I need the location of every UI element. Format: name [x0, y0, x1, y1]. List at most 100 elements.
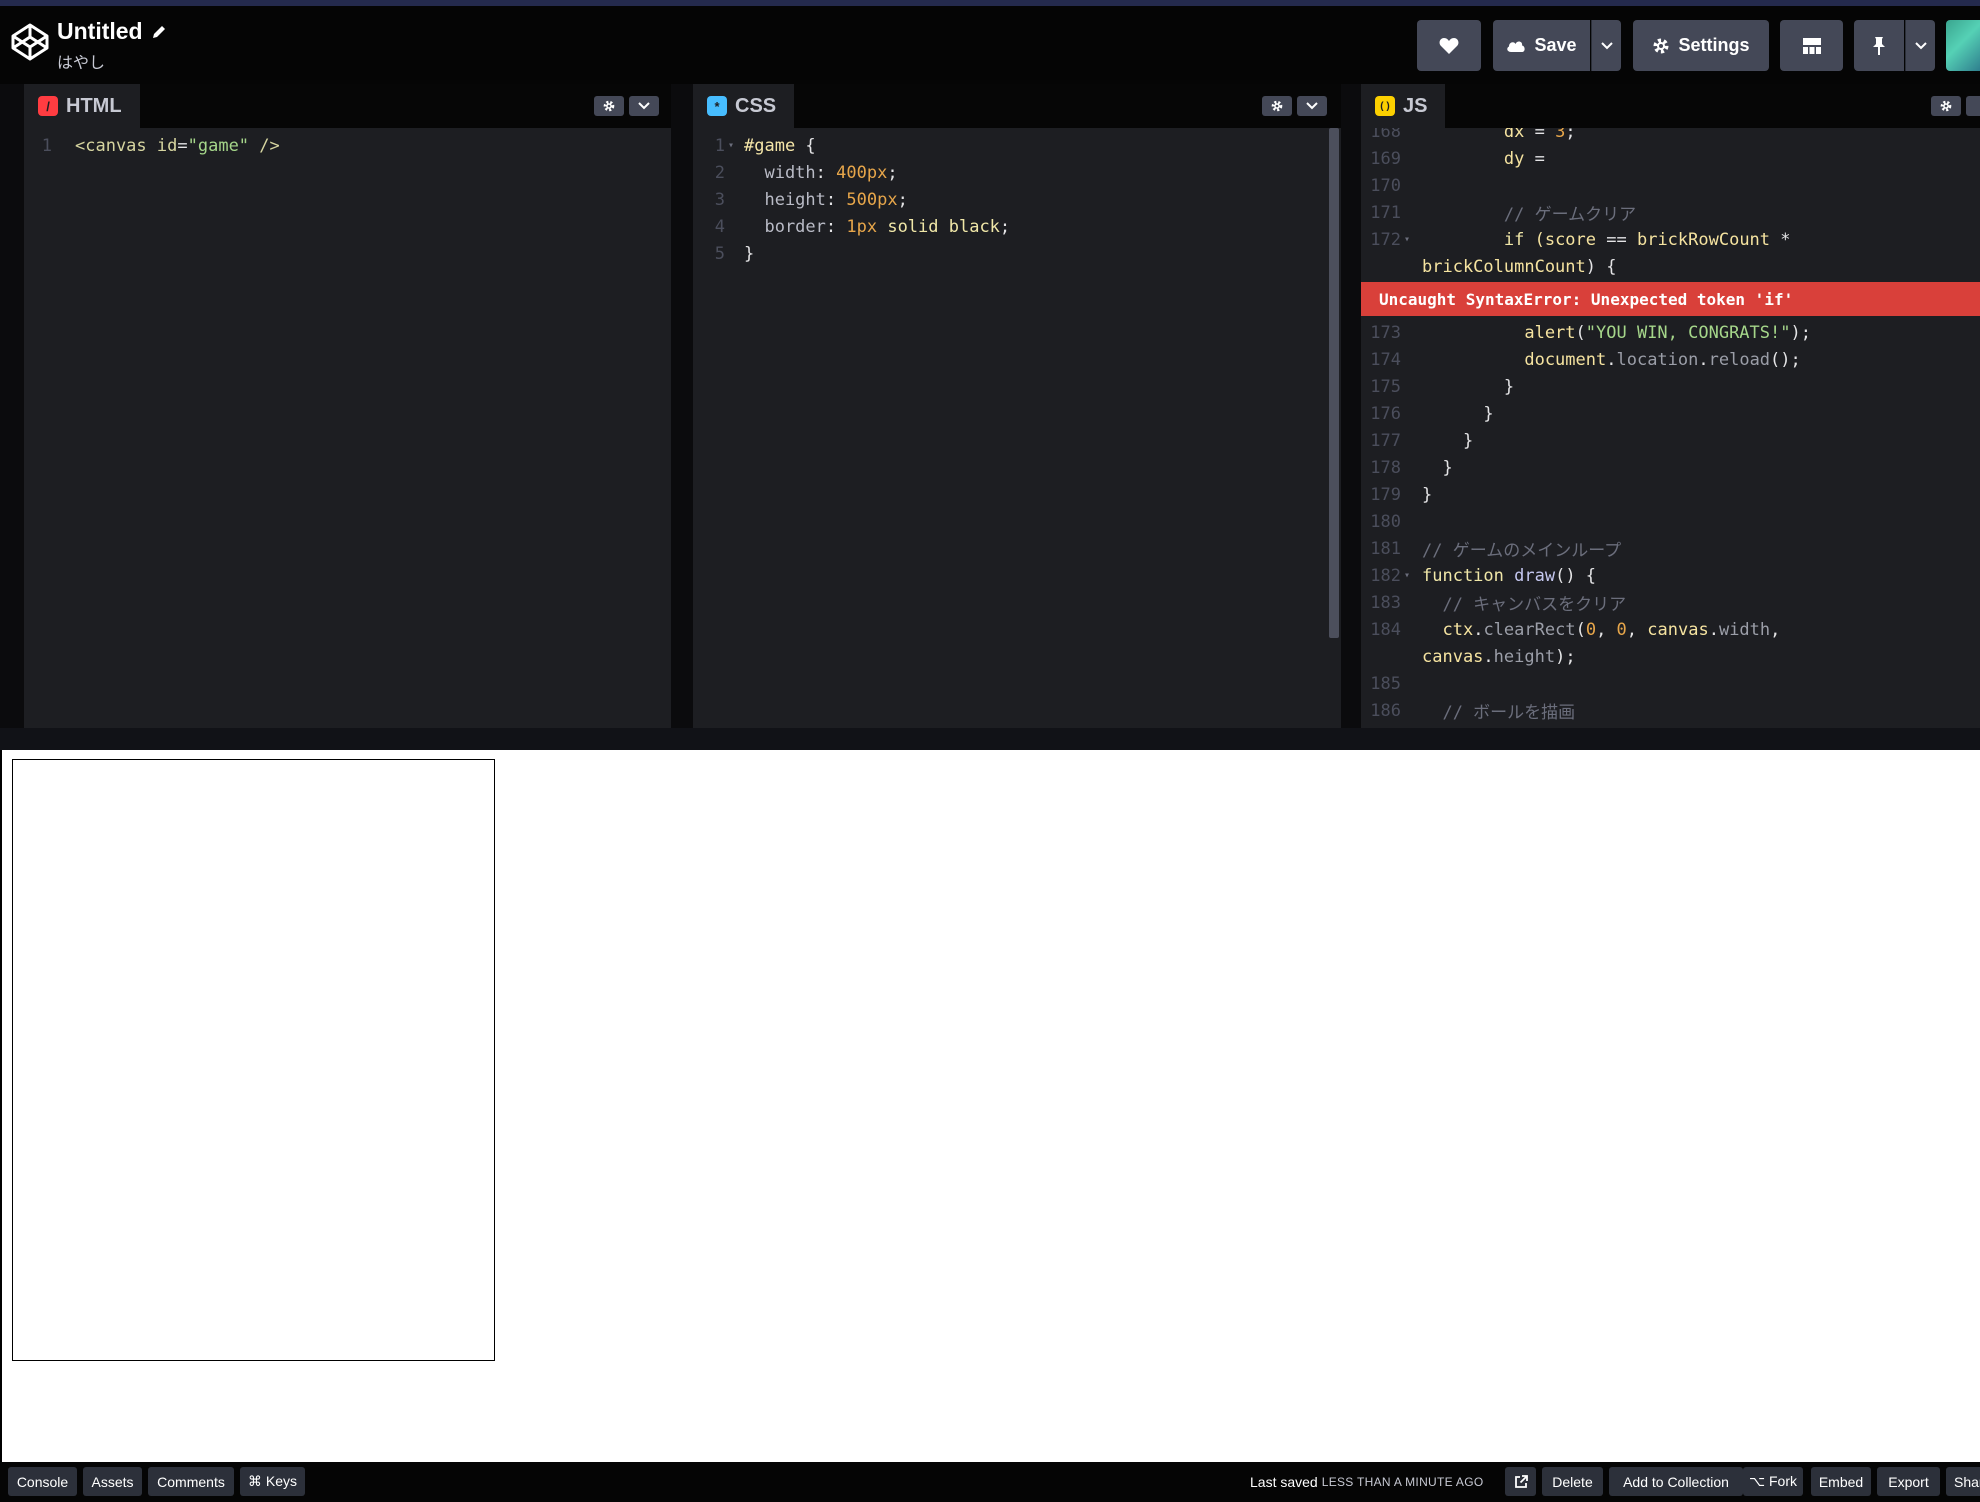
line-number: 182 [1370, 565, 1401, 586]
html-editor-pane: / HTML 1 <canvas id="game" /> [24, 84, 671, 728]
error-message: Uncaught SyntaxError: Unexpected token '… [1361, 282, 1980, 316]
code-line: 186 // ボールを描画 [1361, 697, 1575, 724]
fork-button[interactable]: ⌥ Fork [1743, 1467, 1803, 1496]
html-pane-header: / HTML [24, 84, 671, 128]
layout-icon [1802, 37, 1821, 54]
save-options-button[interactable] [1591, 20, 1621, 71]
code-text: alert("YOU WIN, CONGRATS!"); [1422, 322, 1811, 343]
code-text: // ボールを描画 [1422, 703, 1576, 723]
code-line: 178 } [1361, 454, 1453, 481]
pen-title-row[interactable]: Untitled [57, 18, 167, 45]
js-code-editor[interactable]: 168 dx = 3; 169 dy = 170 171 // ゲームクリア 172 ▾ … [1361, 128, 1980, 728]
js-pane-header: ( ) JS [1361, 84, 1980, 128]
line-number: 171 [1370, 202, 1401, 223]
code-line: 1 ▾ #game { [693, 132, 816, 159]
embed-button[interactable]: Embed [1811, 1467, 1871, 1496]
code-line: 173 alert("YOU WIN, CONGRATS!"); [1361, 319, 1811, 346]
add-to-collection-button[interactable]: Add to Collection [1609, 1467, 1743, 1496]
chevron-down-icon [1914, 41, 1927, 49]
resize-divider[interactable] [0, 728, 1980, 750]
code-text: dx = 3; [1422, 128, 1576, 142]
app-header: Untitled はやし Save Settings [0, 6, 1980, 84]
line-number: 169 [1370, 148, 1401, 169]
tab-html[interactable]: / HTML [24, 84, 140, 128]
settings-button[interactable]: Settings [1633, 20, 1769, 71]
css-settings-button[interactable] [1262, 96, 1292, 116]
share-button[interactable]: Shar [1946, 1467, 1980, 1496]
last-saved-time: LESS THAN A MINUTE AGO [1321, 1474, 1484, 1489]
comments-button[interactable]: Comments [148, 1467, 234, 1496]
pin-options-button[interactable] [1905, 20, 1935, 71]
line-number: 174 [1370, 349, 1401, 370]
line-number: 175 [1370, 376, 1401, 397]
console-button[interactable]: Console [8, 1467, 77, 1496]
code-text: #game { [744, 135, 816, 156]
line-number: 176 [1370, 403, 1401, 424]
open-external-button[interactable] [1505, 1467, 1536, 1496]
code-text: border: 1px solid black; [744, 216, 1011, 237]
code-text: // ゲームクリア [1422, 205, 1637, 225]
save-button[interactable]: Save [1493, 20, 1590, 71]
pen-author[interactable]: はやし [57, 49, 167, 73]
css-options-button[interactable] [1297, 96, 1327, 116]
code-line: 172 ▾ if (score == brickRowCount * [1361, 226, 1790, 253]
line-number: 173 [1370, 322, 1401, 343]
last-saved-status: Last saved LESS THAN A MINUTE AGO [1250, 1467, 1483, 1496]
code-text: } [1422, 484, 1433, 505]
preview-frame [2, 750, 1980, 1462]
code-text: brickColumnCount) { [1422, 256, 1617, 277]
js-options-button[interactable] [1966, 96, 1980, 116]
code-text: dy = [1422, 148, 1545, 169]
tab-js[interactable]: ( ) JS [1361, 84, 1446, 128]
code-text: } [1422, 457, 1453, 478]
code-line: 182 ▾ function draw() { [1361, 562, 1596, 589]
line-number: 186 [1370, 700, 1401, 721]
js-settings-button[interactable] [1931, 96, 1961, 116]
code-line: 168 dx = 3; [1361, 128, 1576, 145]
heart-button[interactable] [1417, 20, 1481, 71]
code-line: 175 } [1361, 373, 1514, 400]
code-line: 2 width: 400px; [693, 159, 898, 186]
fold-arrow-icon[interactable]: ▾ [725, 140, 737, 151]
html-code-editor[interactable]: 1 <canvas id="game" /> [24, 128, 671, 728]
line-number: 4 [714, 216, 725, 237]
html-settings-button[interactable] [594, 96, 624, 116]
fold-arrow-icon[interactable]: ▾ [1401, 234, 1413, 245]
change-view-button[interactable] [1780, 20, 1843, 71]
footer-bar: Console Assets Comments ⌘ Keys Last save… [0, 1462, 1980, 1502]
line-number: 179 [1370, 484, 1401, 505]
css-scrollbar[interactable] [1329, 128, 1339, 638]
gear-icon [1653, 38, 1669, 53]
pin-icon [1873, 36, 1885, 55]
js-badge-icon: ( ) [1375, 96, 1395, 116]
line-number: 3 [714, 189, 725, 210]
pencil-icon[interactable] [151, 24, 167, 40]
css-code-editor[interactable]: 1 ▾ #game {2 width: 400px; 3 height: 500px;… [693, 128, 1341, 728]
tab-css[interactable]: * CSS [693, 84, 795, 128]
code-line: 184 ctx.clearRect(0, 0, canvas.width, [1361, 616, 1780, 643]
keys-button[interactable]: ⌘ Keys [240, 1467, 305, 1496]
line-number: 183 [1370, 592, 1401, 613]
delete-button[interactable]: Delete [1542, 1467, 1603, 1496]
line-number: 185 [1370, 673, 1401, 694]
line-number: 172 [1370, 229, 1401, 250]
codepen-logo-icon[interactable] [10, 22, 50, 62]
user-avatar[interactable] [1946, 20, 1980, 71]
pen-title[interactable]: Untitled [57, 18, 143, 45]
tab-css-label: CSS [735, 94, 777, 117]
assets-button[interactable]: Assets [83, 1467, 142, 1496]
html-options-button[interactable] [629, 96, 659, 116]
line-number: 1 [41, 135, 52, 156]
fold-arrow-icon[interactable]: ▾ [1401, 570, 1413, 581]
editor-area: / HTML 1 <canvas id="game" /> * CSS 1 ▾ … [0, 84, 1980, 728]
gear-icon [1271, 100, 1283, 112]
code-line: 177 } [1361, 427, 1473, 454]
game-canvas[interactable] [12, 759, 495, 1361]
code-text: width: 400px; [744, 162, 898, 183]
pin-button[interactable] [1854, 20, 1904, 71]
code-text: // キャンバスをクリア [1422, 595, 1627, 615]
gear-icon [603, 100, 615, 112]
code-text: function draw() { [1422, 565, 1597, 586]
code-line: 170 [1361, 172, 1422, 199]
export-button[interactable]: Export [1877, 1467, 1940, 1496]
